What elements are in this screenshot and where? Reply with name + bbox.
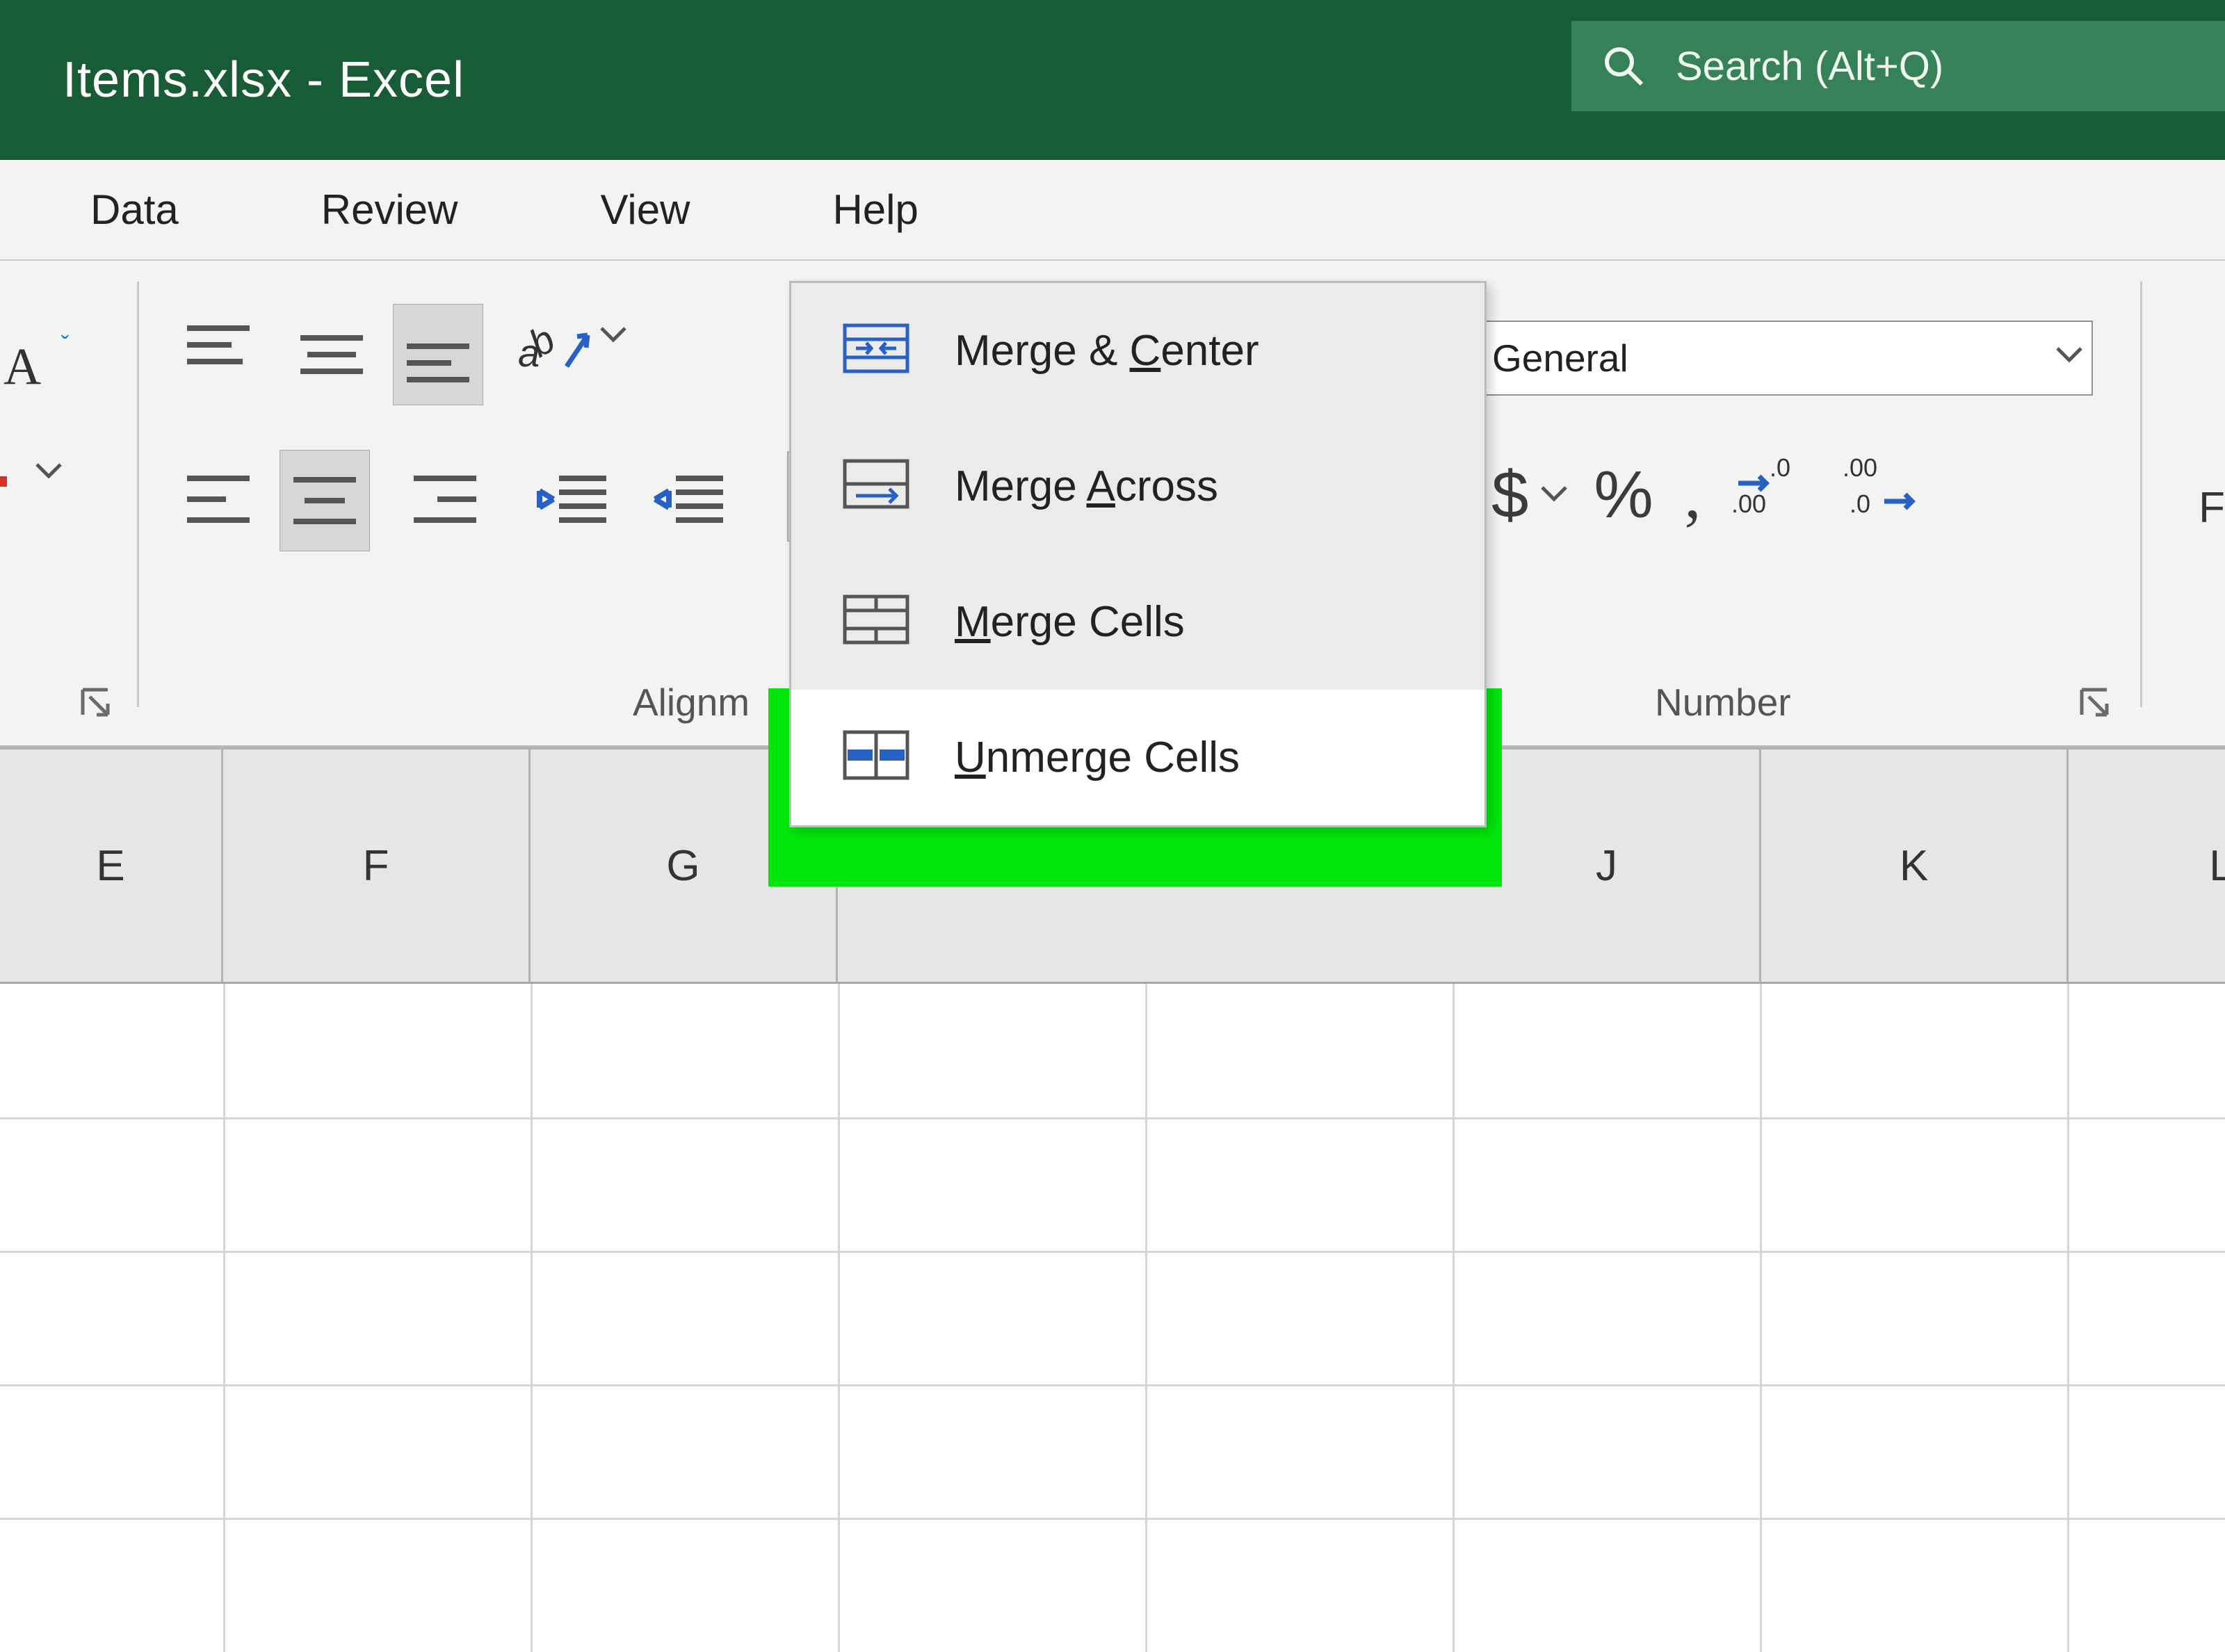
menu-label: Merge Cells <box>955 597 1185 647</box>
format-group-fragment: F <box>2199 483 2225 533</box>
menu-label: Unmerge Cells <box>955 733 1240 782</box>
decrease-decimal-button[interactable] <box>1843 455 1926 534</box>
search-placeholder: Search (Alt+Q) <box>1676 43 1943 90</box>
merge-across-icon <box>843 460 909 514</box>
font-dialog-launcher[interactable] <box>80 687 111 718</box>
align-top-button[interactable] <box>173 308 264 398</box>
menu-merge-center[interactable]: Merge & Center <box>791 283 1484 419</box>
increase-decimal-button[interactable] <box>1731 455 1815 534</box>
percent-format-button[interactable]: % <box>1594 457 1653 533</box>
chevron-down-icon <box>2057 348 2081 364</box>
accounting-format-button[interactable]: $ <box>1491 457 1566 533</box>
tab-view[interactable]: View <box>600 186 690 234</box>
unmerge-cells-icon <box>843 731 909 785</box>
number-dialog-launcher[interactable] <box>2079 687 2110 718</box>
search-box[interactable]: Search (Alt+Q) <box>1571 21 2225 111</box>
menu-label: Merge & Center <box>955 326 1259 375</box>
app-title: Items.xlsx - Excel <box>63 51 464 108</box>
title-bar: Items.xlsx - Excel Search (Alt+Q) <box>0 0 2225 160</box>
cell-grid[interactable] <box>0 984 2225 1652</box>
tab-review[interactable]: Review <box>321 186 458 234</box>
increase-indent-button[interactable] <box>647 454 737 544</box>
group-divider <box>2140 282 2142 707</box>
col-header-l[interactable]: L <box>2069 750 2225 982</box>
menu-label: Merge Across <box>955 462 1218 511</box>
grow-font-button[interactable]: Aˇ <box>3 337 41 397</box>
align-bottom-button[interactable] <box>393 304 483 405</box>
menu-unmerge-cells[interactable]: Unmerge Cells <box>791 690 1484 825</box>
number-buttons: $ % ‚ <box>1491 455 1926 534</box>
menu-merge-across[interactable]: Merge Across <box>791 419 1484 554</box>
align-middle-button[interactable] <box>286 308 377 398</box>
group-divider <box>137 282 139 707</box>
col-header-e[interactable]: E <box>0 750 223 982</box>
col-header-k[interactable]: K <box>1761 750 2069 982</box>
merge-cells-icon <box>843 595 909 649</box>
menu-merge-cells[interactable]: Merge Cells <box>791 554 1484 690</box>
number-format-select[interactable]: General <box>1477 321 2093 396</box>
merge-dropdown-menu: Merge & Center Merge Across Merge Cells … <box>789 281 1487 827</box>
ribbon-tabs: Data Review View Help <box>0 160 2225 261</box>
comma-format-button[interactable]: ‚ <box>1681 456 1704 533</box>
align-right-button[interactable] <box>400 454 490 544</box>
merge-center-icon <box>843 324 909 378</box>
align-center-button[interactable] <box>280 450 370 551</box>
search-icon <box>1603 45 1644 87</box>
chevron-down-icon <box>1542 487 1566 503</box>
font-color-indicator <box>0 476 7 487</box>
align-left-button[interactable] <box>173 454 264 544</box>
number-group-label: Number <box>1655 680 1791 724</box>
tab-data[interactable]: Data <box>90 186 179 234</box>
font-color-dropdown[interactable] <box>37 464 60 483</box>
decrease-indent-button[interactable] <box>530 454 620 544</box>
col-header-f[interactable]: F <box>223 750 531 982</box>
orientation-button[interactable] <box>521 308 661 398</box>
alignment-group-label: Alignm <box>633 680 750 724</box>
tab-help[interactable]: Help <box>832 186 918 234</box>
number-format-value: General <box>1492 336 1628 380</box>
